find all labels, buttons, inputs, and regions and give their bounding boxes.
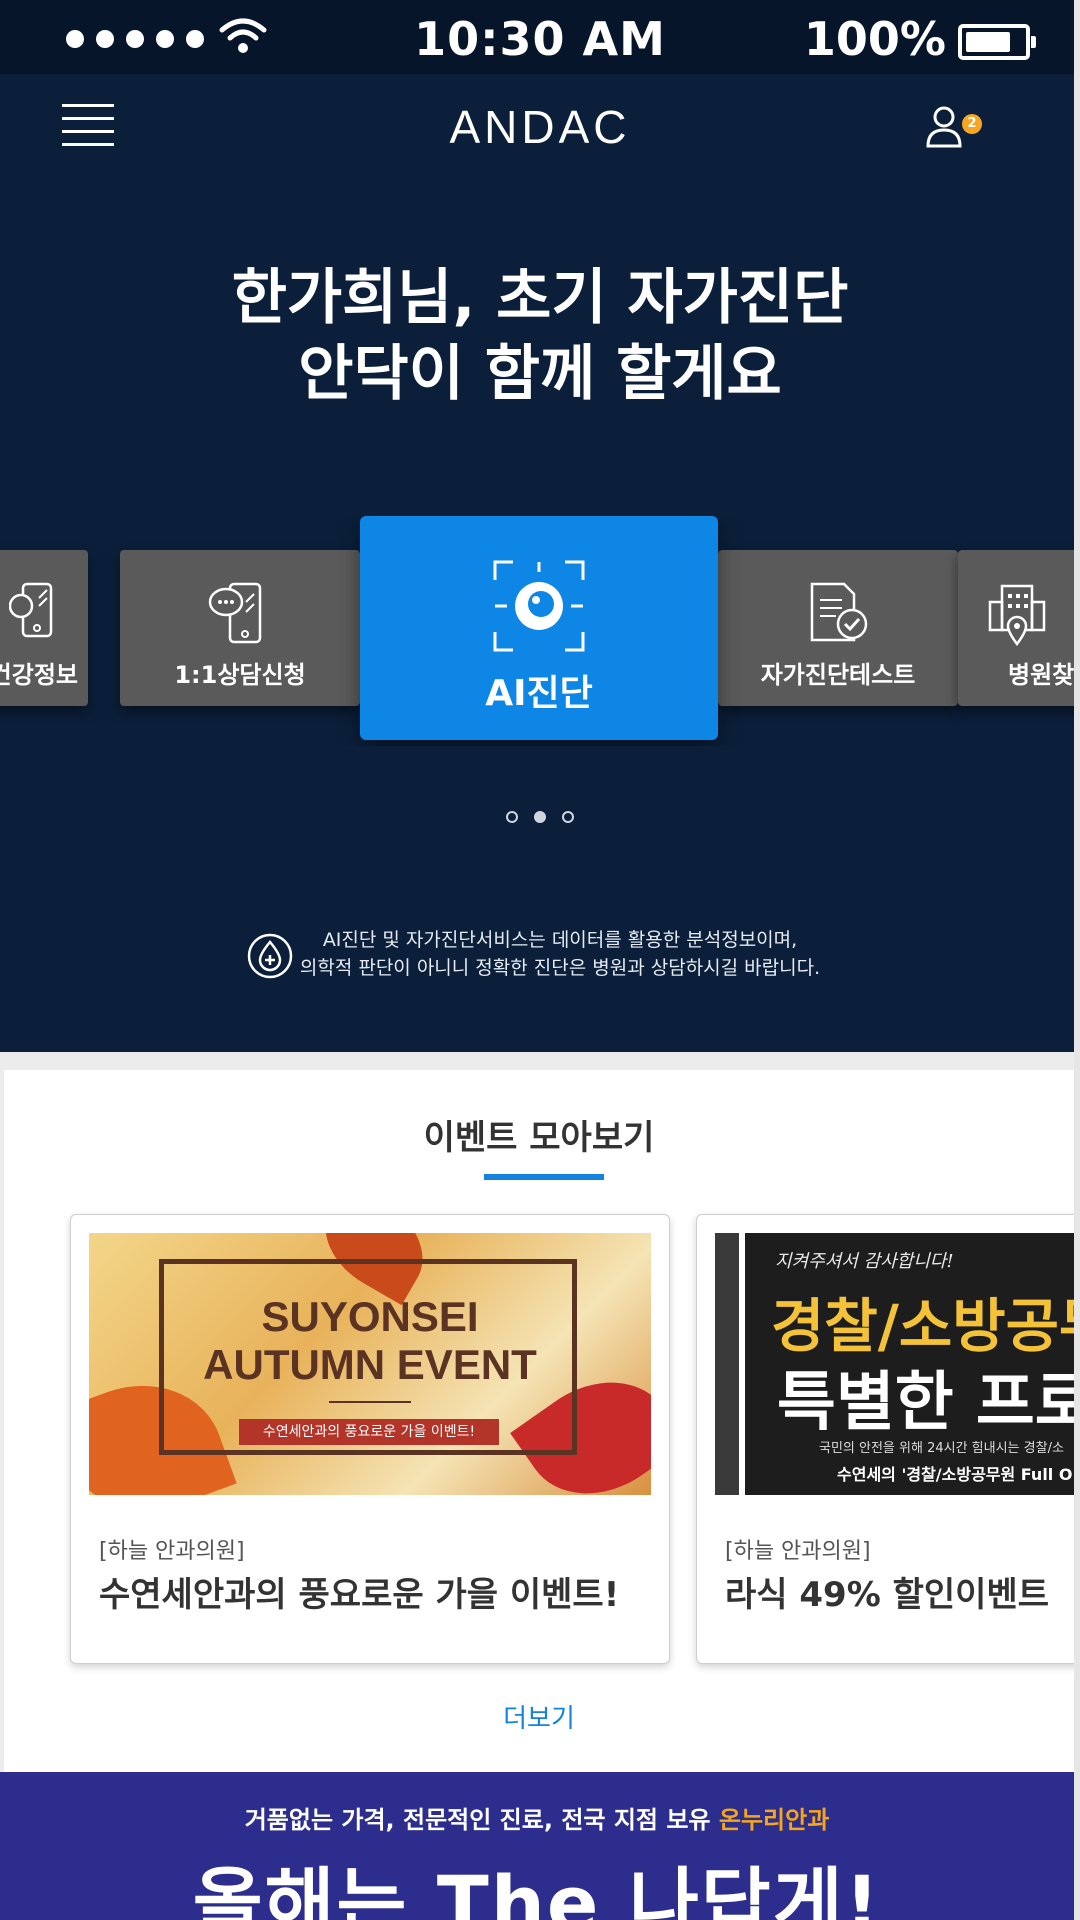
banner-highlight: 온누리안과 <box>718 1806 830 1834</box>
promo-banner[interactable]: 거품없는 가격, 전문적인 진료, 전국 지점 보유 온누리안과 올해는 The… <box>0 1772 1074 1920</box>
title-underline <box>484 1174 604 1180</box>
image-text: 국민의 안전을 위해 24시간 힘내시는 경찰/소 <box>819 1441 1064 1456</box>
event-image: SUYONSEI AUTUMN EVENT 수연세안과의 풍요로운 가을 이벤트… <box>89 1233 651 1495</box>
event-title: 수연세안과의 풍요로운 가을 이벤트! <box>99 1575 620 1615</box>
event-card[interactable]: 지켜주셔서 감사합니다! 경찰/소방공무 특별한 프로 국민의 안전을 위해 2… <box>696 1214 1080 1664</box>
banner-title: 올해는 The 나답게! <box>192 1859 882 1920</box>
card-health-info[interactable]: 건강정보 <box>0 550 88 706</box>
events-title: 이벤트 모아보기 <box>423 1118 655 1158</box>
image-tag: 수연세안과의 풍요로운 가을 이벤트! <box>239 1419 499 1445</box>
card-consult[interactable]: 1:1상담신청 <box>120 550 360 706</box>
event-card[interactable]: SUYONSEI AUTUMN EVENT 수연세안과의 풍요로운 가을 이벤트… <box>70 1214 670 1664</box>
image-text: SUYONSEI <box>261 1293 479 1340</box>
card-self-test[interactable]: 자가진단테스트 <box>718 550 958 706</box>
profile-button[interactable]: 2 <box>924 104 982 154</box>
card-label: 건강정보 <box>0 661 78 689</box>
image-text: 지켜주셔서 감사합니다! <box>775 1251 954 1272</box>
status-bar: 10:30 AM 100% <box>0 0 1080 74</box>
pager-dot[interactable] <box>562 811 574 823</box>
event-clinic: [하늘 안과의원] <box>99 1539 245 1564</box>
pager-dot-active[interactable] <box>534 811 546 823</box>
card-find-hospital[interactable]: 병원찾기 <box>958 550 1080 706</box>
hospital-icon <box>988 584 1046 646</box>
card-label: 1:1상담신청 <box>174 661 306 689</box>
carousel-pager <box>0 808 1080 827</box>
hero-headline: 한가희님, 초기 자가진단 안닥이 함께 할게요 <box>0 260 1080 412</box>
card-label: AI진단 <box>485 673 593 714</box>
disclaimer-line1: AI진단 및 자가진단서비스는 데이터를 활용한 분석정보이며, <box>322 929 798 951</box>
battery-icon <box>958 24 1036 60</box>
hero-headline-line1: 한가희님, 초기 자가진단 <box>231 263 849 333</box>
banner-subtitle: 거품없는 가격, 전문적인 진료, 전국 지점 보유 온누리안과 <box>0 1800 1074 1835</box>
disclaimer-text: AI진단 및 자가진단서비스는 데이터를 활용한 분석정보이며, 의학적 판단이… <box>240 926 880 982</box>
card-ai-diagnosis[interactable]: AI진단 <box>360 516 718 740</box>
events-section: 이벤트 모아보기 SUYONSEI AUTUMN EVENT 수연세안과의 풍요… <box>4 1070 1080 1772</box>
divider <box>329 1401 411 1403</box>
card-label: 병원찾기 <box>1008 661 1080 689</box>
service-carousel[interactable]: 건강정보 1:1상담신청 AI진단 자가진단테스트 병원찾 <box>0 516 1080 746</box>
user-icon <box>926 106 962 148</box>
image-text: 특별한 프로 <box>777 1366 1080 1440</box>
notification-badge: 2 <box>962 114 982 134</box>
hero-section: ANDAC 2 한가희님, 초기 자가진단 안닥이 함께 할게요 건강정보 1:… <box>0 74 1080 1052</box>
app-title: ANDAC <box>449 101 631 153</box>
event-image: 지켜주셔서 감사합니다! 경찰/소방공무 특별한 프로 국민의 안전을 위해 2… <box>715 1233 1080 1495</box>
phone-health-icon <box>9 582 53 638</box>
card-label: 자가진단테스트 <box>760 661 916 689</box>
eye-scan-icon <box>493 560 585 652</box>
page-edge <box>1074 0 1080 1920</box>
banner-subtitle-text: 거품없는 가격, 전문적인 진료, 전국 지점 보유 <box>244 1806 711 1834</box>
pager-dot[interactable] <box>506 811 518 823</box>
image-text: 수연세의 '경찰/소방공무원 Full O <box>837 1465 1073 1484</box>
checklist-icon <box>810 582 868 642</box>
hero-headline-line2: 안닥이 함께 할게요 <box>298 339 782 409</box>
image-text: AUTUMN EVENT <box>203 1341 537 1388</box>
disclaimer-line2: 의학적 판단이 아니니 정확한 진단은 병원과 상담하시길 바랍니다. <box>299 957 821 979</box>
event-title: 라식 49% 할인이벤트 <box>725 1575 1050 1615</box>
event-clinic: [하늘 안과의원] <box>725 1539 871 1564</box>
phone-chat-icon <box>208 582 262 644</box>
battery-percent: 100% <box>803 12 946 66</box>
more-events-link[interactable]: 더보기 <box>4 1698 1074 1735</box>
